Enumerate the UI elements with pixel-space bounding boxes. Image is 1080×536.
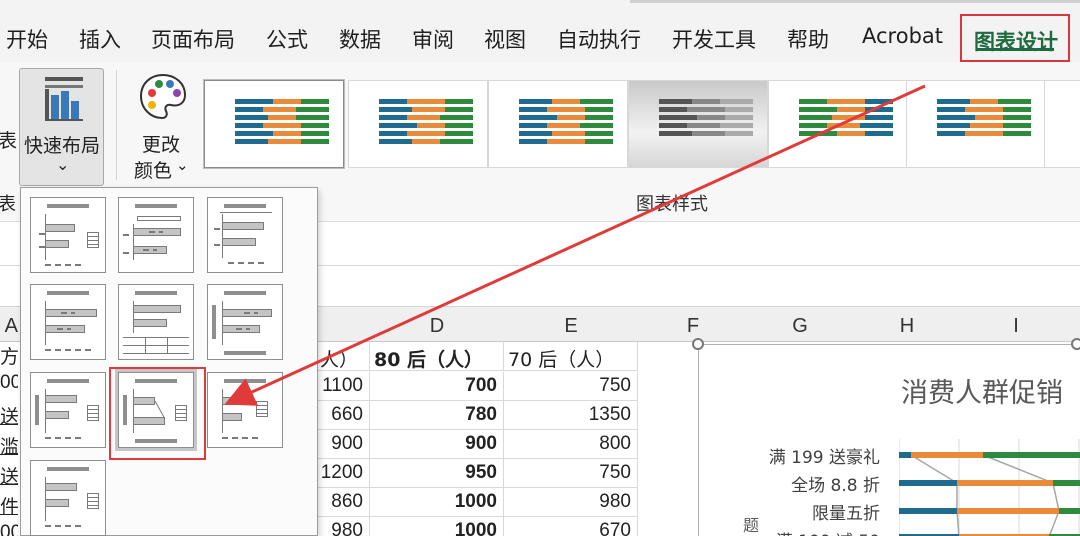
layout-option-4[interactable]	[30, 284, 106, 360]
cell-d[interactable]: 950	[370, 459, 504, 488]
vertical-axis-title[interactable]: 题	[737, 517, 761, 533]
cell-c[interactable]: 980	[316, 517, 370, 536]
cell-d[interactable]: 1000	[370, 517, 504, 536]
change-colors-label-line1: 更改	[142, 134, 181, 156]
chevron-down-icon: ⌄	[56, 155, 70, 174]
chart-style-1[interactable]	[204, 80, 344, 168]
layout-option-10[interactable]	[30, 460, 106, 536]
cell-c[interactable]: 660	[316, 401, 370, 430]
tab-acrobat[interactable]: Acrobat	[862, 24, 943, 48]
ribbon-tab-bar: 开始 插入 页面布局 公式 数据 审阅 视图 自动执行 开发工具 帮助 Acro…	[0, 0, 1080, 62]
change-colors-label-line2: 颜色	[134, 160, 173, 182]
tab-insert[interactable]: 插入	[79, 24, 121, 54]
cell-e[interactable]: 750	[504, 459, 638, 488]
column-header-g[interactable]: G	[748, 315, 852, 338]
palette-icon	[139, 73, 187, 120]
cell-e[interactable]: 1350	[504, 401, 638, 430]
chart-style-7-partial[interactable]	[1044, 80, 1080, 168]
chart-title[interactable]: 消费人群促销	[901, 371, 1063, 410]
column-header-h[interactable]: H	[852, 315, 962, 338]
cell-c-header[interactable]: 人）	[316, 342, 370, 371]
tab-help[interactable]: 帮助	[787, 24, 829, 54]
category-label: 满 100 减 50	[776, 527, 880, 536]
cell-d[interactable]: 780	[370, 401, 504, 430]
resize-handle[interactable]	[692, 338, 704, 350]
cell-d[interactable]: 700	[370, 372, 504, 401]
cell-c[interactable]: 1100	[316, 372, 370, 401]
chart-styles-group-label: 图表样式	[636, 194, 708, 215]
cell-a-fragment[interactable]: 00	[0, 372, 18, 401]
tab-automate[interactable]: 自动执行	[557, 24, 641, 54]
chart-layouts-group-label-cut: 表	[0, 194, 16, 215]
quick-layout-label: 快速布局	[24, 135, 101, 157]
cell-a-fragment[interactable]: 方	[0, 342, 18, 371]
tab-data[interactable]: 数据	[339, 24, 381, 54]
tab-home[interactable]: 开始	[6, 24, 48, 54]
quick-layout-gallery	[20, 187, 318, 536]
category-label: 限量五折	[812, 504, 880, 524]
layout-option-5[interactable]	[118, 284, 194, 360]
column-header-f[interactable]: F	[638, 315, 748, 338]
layout-option-9[interactable]	[207, 372, 283, 448]
embedded-chart[interactable]: 消费人群促销 满 199 送豪礼 全场 8.8 折 限量五折 满 100 减 5…	[692, 338, 1080, 536]
cell-e[interactable]: 800	[504, 430, 638, 459]
cell-d[interactable]: 1000	[370, 488, 504, 517]
cell-a-fragment[interactable]: 00	[0, 522, 18, 536]
chart-style-4[interactable]	[628, 80, 768, 168]
chart-style-2[interactable]	[348, 80, 488, 168]
chart-style-6[interactable]	[906, 80, 1046, 168]
quick-layout-button[interactable]: 快速布局 ⌄	[19, 68, 104, 186]
cell-e-header[interactable]: 70 后（人）	[504, 342, 638, 371]
column-header-e[interactable]: E	[504, 315, 638, 338]
cell-e[interactable]: 750	[504, 372, 638, 401]
cell-d-header[interactable]: 80 后（人）	[370, 342, 504, 371]
cell-a-fragment[interactable]: 送	[0, 462, 18, 491]
quick-layout-icon	[45, 77, 83, 121]
cell-e[interactable]: 670	[504, 517, 638, 536]
highlight-box	[109, 367, 206, 460]
layout-option-2[interactable]	[118, 197, 194, 273]
column-header-d[interactable]: D	[370, 315, 504, 338]
cell-a-fragment[interactable]: 送	[0, 402, 18, 431]
column-header-a[interactable]: A	[0, 315, 18, 338]
ribbon-separator	[116, 70, 117, 180]
cell-c[interactable]: 1200	[316, 459, 370, 488]
layout-option-3[interactable]	[207, 197, 283, 273]
layout-option-7[interactable]	[30, 372, 106, 448]
tab-page-layout[interactable]: 页面布局	[151, 24, 235, 54]
cell-a-fragment[interactable]: 件	[0, 492, 18, 521]
cell-c[interactable]: 860	[316, 488, 370, 517]
cell-e[interactable]: 980	[504, 488, 638, 517]
column-header-i[interactable]: I	[962, 315, 1070, 338]
add-chart-element-label-cut[interactable]: 表	[0, 126, 17, 153]
tab-view[interactable]: 视图	[484, 24, 526, 54]
cell-c[interactable]: 900	[316, 430, 370, 459]
cell-a-fragment[interactable]: 滥	[0, 432, 18, 461]
chart-plot-area	[899, 439, 1080, 536]
layout-option-6[interactable]	[207, 284, 283, 360]
resize-handle[interactable]	[1071, 338, 1080, 350]
tab-developer[interactable]: 开发工具	[672, 24, 756, 54]
tab-chart-design[interactable]: 图表设计	[960, 14, 1070, 62]
tab-review[interactable]: 审阅	[412, 24, 454, 54]
title-bar-edge	[630, 0, 1080, 3]
chart-styles-gallery	[200, 80, 1080, 170]
change-colors-button[interactable]: 更改 颜色 ⌄	[126, 68, 202, 186]
tab-formulas[interactable]: 公式	[266, 24, 308, 54]
category-label: 全场 8.8 折	[791, 476, 880, 496]
category-label: 满 199 送豪礼	[768, 448, 880, 468]
chevron-down-icon: ⌄	[176, 156, 189, 174]
chart-style-5[interactable]	[768, 80, 908, 168]
chart-style-3[interactable]	[488, 80, 628, 168]
layout-option-1[interactable]	[30, 197, 106, 273]
cell-d[interactable]: 900	[370, 430, 504, 459]
